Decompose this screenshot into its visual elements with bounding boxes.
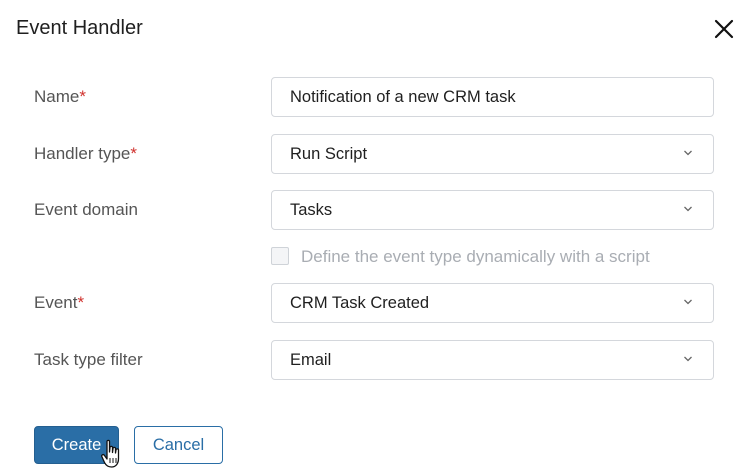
dynamic-event-type-label: Define the event type dynamically with a… [301,247,650,266]
event-value: CRM Task Created [290,294,430,312]
name-label: Name* [34,87,86,106]
task-type-filter-row: Task type filter Email [0,340,747,380]
chevron-down-icon [684,206,692,212]
event-domain-label: Event domain [34,200,138,219]
task-type-filter-select[interactable]: Email [271,340,714,380]
chevron-down-icon [684,356,692,362]
close-icon[interactable] [711,16,737,42]
event-row: Event* CRM Task Created [0,283,747,323]
event-domain-row: Event domain Tasks [0,190,747,230]
event-domain-select[interactable]: Tasks [271,190,714,230]
handler-type-row: Handler type* Run Script [0,134,747,174]
handler-type-label: Handler type* [34,144,138,163]
event-label: Event* [34,293,85,312]
chevron-down-icon [684,150,692,156]
event-select[interactable]: CRM Task Created [271,283,714,323]
event-domain-value: Tasks [290,201,333,219]
dialog-title: Event Handler [16,17,143,39]
handler-type-value: Run Script [290,145,368,163]
cancel-button[interactable]: Cancel [134,426,223,464]
name-input[interactable]: Notification of a new CRM task [271,77,714,117]
handler-type-select[interactable]: Run Script [271,134,714,174]
required-mark: * [130,144,138,163]
chevron-down-icon [684,299,692,305]
task-type-filter-value: Email [290,351,332,369]
task-type-filter-label: Task type filter [34,350,143,369]
required-mark: * [79,87,86,106]
name-row: Name* Notification of a new CRM task [0,77,747,117]
required-mark: * [77,293,85,312]
dynamic-event-type-checkbox[interactable] [271,247,289,265]
event-handler-dialog: Event Handler Name* Notification of a ne… [0,0,747,472]
hand-cursor-icon [101,439,120,468]
name-input-value: Notification of a new CRM task [290,88,516,106]
